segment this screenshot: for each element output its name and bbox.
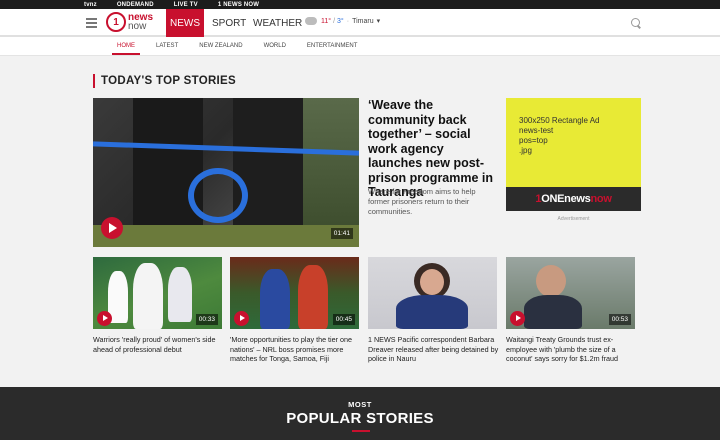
tvnz-link[interactable]: tvnz [84, 2, 97, 8]
top-network-bar: tvnz ONDEMAND LIVE TV 1 NEWS NOW [0, 0, 720, 9]
ad-placeholder-text: 300x250 Rectangle Ad news-test pos=top .… [519, 116, 600, 155]
video-duration: 00:33 [195, 314, 218, 325]
search-icon[interactable] [631, 18, 640, 27]
weather-separator: / [333, 17, 336, 25]
weather-city: Timaru [352, 17, 374, 25]
play-icon[interactable] [234, 311, 249, 326]
cloud-sun-icon [304, 14, 317, 25]
weather-low: 3° [337, 17, 344, 25]
site-logo[interactable]: 1 news now [106, 12, 153, 32]
nav-news[interactable]: NEWS [166, 9, 204, 37]
logo-number: 1 [106, 12, 126, 32]
ad-brand-band: 1 ONEnews now [506, 187, 641, 211]
ad-label: Advertisement [557, 216, 590, 222]
popular-underline [352, 430, 370, 432]
ad-brand-main: ONEnews [541, 193, 591, 205]
nav-sport[interactable]: SPORT [212, 9, 246, 37]
logo-word-now: now [128, 21, 147, 32]
story-caption[interactable]: 'More opportunities to play the tier one… [230, 335, 362, 364]
subnav-home[interactable]: HOME [112, 43, 140, 55]
site-header: 1 news now NEWS SPORT WEATHER 11° / 3° ·… [0, 9, 720, 37]
news-now-link[interactable]: 1 NEWS NOW [218, 2, 259, 8]
sub-navigation: HOME LATEST NEW ZEALAND WORLD ENTERTAINM… [0, 37, 720, 56]
popular-kicker: MOST [348, 400, 372, 409]
story-thumbnail[interactable] [368, 257, 497, 329]
video-duration: 01:41 [330, 228, 353, 239]
ondemand-link[interactable]: ONDEMAND [117, 2, 154, 8]
weather-widget[interactable]: 11° / 3° · Timaru ▾ [304, 14, 381, 25]
subnav-entertainment[interactable]: ENTERTAINMENT [302, 43, 362, 49]
hero-video-thumbnail[interactable]: 01:41 [93, 98, 359, 247]
chevron-down-icon: ▾ [376, 18, 381, 25]
weather-high: 11° [321, 17, 332, 25]
story-thumbnail[interactable]: 00:53 [506, 257, 635, 329]
story-caption[interactable]: 1 NEWS Pacific correspondent Barbara Dre… [368, 335, 500, 364]
video-duration: 00:53 [608, 314, 631, 325]
story-caption[interactable]: Warriors 'really proud' of women's side … [93, 335, 225, 354]
subnav-latest[interactable]: LATEST [151, 43, 183, 49]
hero-summary: Whare for Freedom aims to help former pr… [368, 187, 476, 216]
subnav-world[interactable]: WORLD [259, 43, 291, 49]
story-thumbnail[interactable]: 00:45 [230, 257, 359, 329]
live-tv-link[interactable]: LIVE TV [174, 2, 198, 8]
nav-weather[interactable]: WEATHER [253, 9, 302, 37]
popular-stories-section: MOST POPULAR STORIES [0, 387, 720, 440]
hero-headline[interactable]: ‘Weave the community back together’ – so… [368, 98, 500, 200]
story-thumbnail[interactable]: 00:33 [93, 257, 222, 329]
subnav-new-zealand[interactable]: NEW ZEALAND [194, 43, 247, 49]
story-caption[interactable]: Waitangi Treaty Grounds trust ex-employe… [506, 335, 638, 364]
popular-title: POPULAR STORIES [286, 410, 434, 427]
rectangle-ad[interactable]: 300x250 Rectangle Ad news-test pos=top .… [506, 98, 641, 211]
menu-icon[interactable] [86, 18, 97, 28]
ad-brand-suffix: now [590, 193, 612, 205]
play-icon[interactable] [97, 311, 112, 326]
play-icon[interactable] [510, 311, 525, 326]
video-duration: 00:45 [332, 314, 355, 325]
section-title: TODAY'S TOP STORIES [93, 74, 236, 88]
play-icon[interactable] [101, 217, 123, 239]
